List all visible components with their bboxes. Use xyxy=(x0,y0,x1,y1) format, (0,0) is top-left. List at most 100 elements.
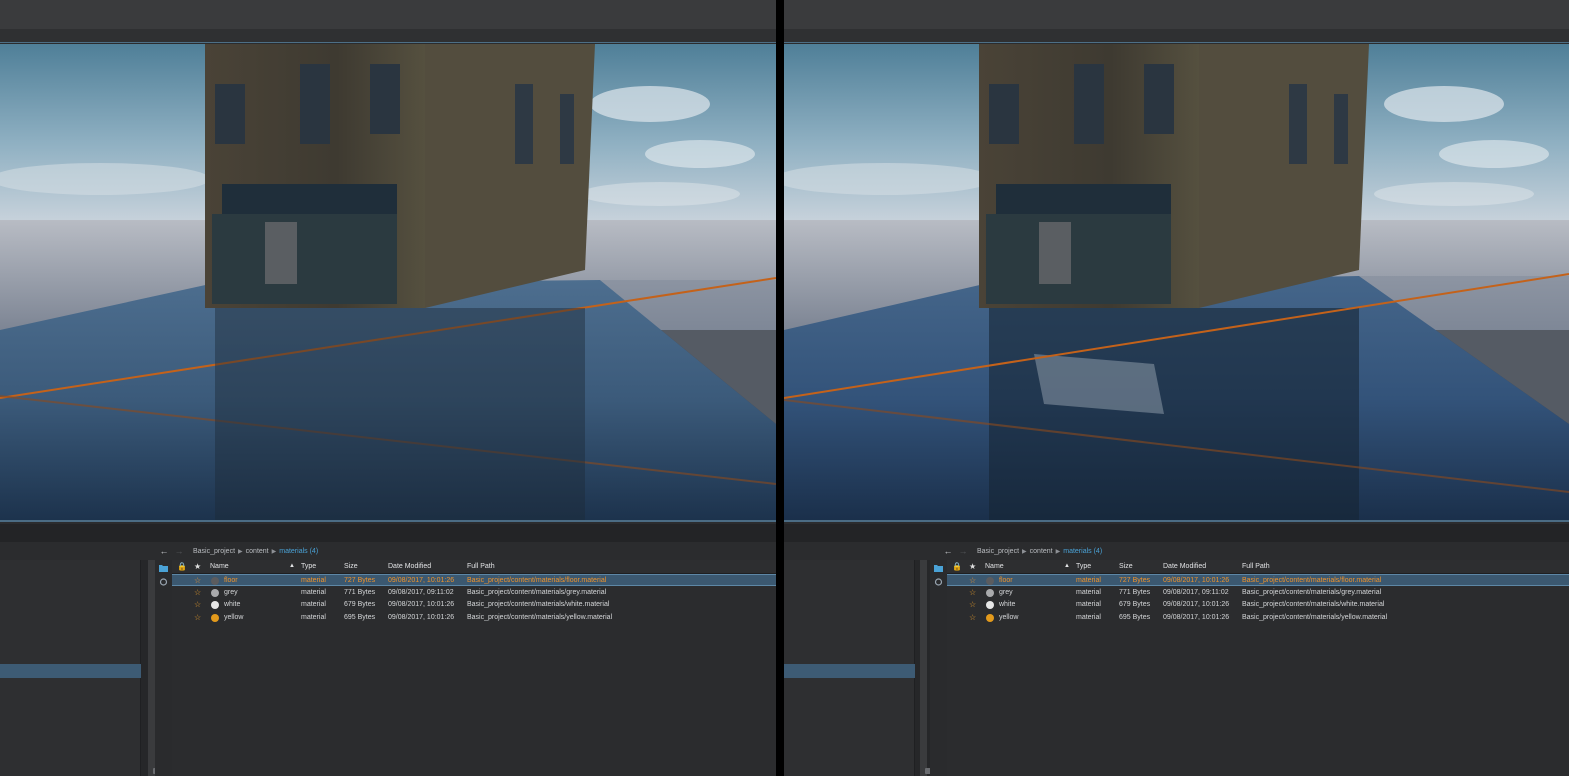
column-date[interactable]: Date Modified xyxy=(388,563,431,570)
file-type: material xyxy=(1076,601,1101,608)
vertical-scrollbar[interactable] xyxy=(920,560,933,776)
material-preview-icon xyxy=(211,601,219,609)
favorite-star-icon[interactable]: ☆ xyxy=(194,576,201,585)
table-row[interactable]: ☆ floor material 727 Bytes 09/08/2017, 10:01… xyxy=(172,574,776,586)
folder-icon[interactable] xyxy=(934,564,943,572)
breadcrumb-mid[interactable]: content xyxy=(246,548,269,555)
file-name: yellow xyxy=(224,613,244,621)
refresh-icon[interactable] xyxy=(934,578,943,586)
file-table: 🔒 ★ Name ▲ Type Size Date Modified Full … xyxy=(947,560,1569,776)
favorite-star-icon[interactable]: ☆ xyxy=(969,588,976,597)
file-date: 09/08/2017, 10:01:26 xyxy=(388,601,455,608)
column-date[interactable]: Date Modified xyxy=(1163,563,1206,570)
asset-navbar: ← → Basic_project ▶ content ▶ materials … xyxy=(939,542,1569,560)
favorite-star-icon[interactable]: ☆ xyxy=(969,576,976,585)
table-row[interactable]: ☆ white material 679 Bytes 09/08/2017, 10:01… xyxy=(172,599,776,611)
star-icon[interactable]: ★ xyxy=(194,562,201,571)
folder-tree-selected-item[interactable] xyxy=(0,664,141,678)
file-name: yellow xyxy=(999,613,1019,621)
column-type[interactable]: Type xyxy=(1076,563,1091,570)
file-name: white xyxy=(224,601,241,608)
material-preview-icon xyxy=(986,613,994,622)
breadcrumb-mid[interactable]: content xyxy=(1030,548,1053,555)
arrow-right-icon[interactable]: → xyxy=(957,545,969,557)
scene-render xyxy=(784,44,1569,520)
breadcrumb-root[interactable]: Basic_project xyxy=(193,548,235,555)
sort-asc-icon[interactable]: ▲ xyxy=(1064,563,1070,569)
favorite-star-icon[interactable]: ☆ xyxy=(194,588,201,597)
toolbar xyxy=(0,0,776,29)
table-row[interactable]: ☆ grey material 771 Bytes 09/08/2017, 09:11:… xyxy=(947,587,1569,599)
file-path: Basic_project/content/materials/floor.ma… xyxy=(1242,577,1382,584)
folder-tree-selected-item[interactable] xyxy=(784,664,915,678)
split-divider xyxy=(776,0,784,776)
column-name[interactable]: Name xyxy=(210,563,229,570)
arrow-left-icon[interactable]: ← xyxy=(158,545,170,557)
file-type: material xyxy=(1076,588,1101,596)
lock-icon[interactable]: 🔒 xyxy=(177,562,187,571)
asset-browser: ← → Basic_project ▶ content ▶ materials … xyxy=(0,542,776,776)
view-options-column xyxy=(155,560,172,776)
chevron-right-icon: ▶ xyxy=(271,548,277,555)
star-icon[interactable]: ★ xyxy=(969,562,976,571)
favorite-star-icon[interactable]: ☆ xyxy=(969,600,976,609)
3d-viewport[interactable] xyxy=(0,44,776,522)
favorite-star-icon[interactable]: ☆ xyxy=(194,613,201,622)
asset-navbar: ← → Basic_project ▶ content ▶ materials … xyxy=(155,542,776,560)
file-name: grey xyxy=(999,588,1013,596)
editor-pane-left: ← → Basic_project ▶ content ▶ materials … xyxy=(0,0,776,776)
table-row[interactable]: ☆ white material 679 Bytes 09/08/2017, 10:01… xyxy=(947,599,1569,611)
arrow-left-icon[interactable]: ← xyxy=(942,545,954,557)
file-date: 09/08/2017, 10:01:26 xyxy=(388,613,455,621)
arrow-right-icon[interactable]: → xyxy=(173,545,185,557)
folder-icon[interactable] xyxy=(159,564,168,572)
file-size: 695 Bytes xyxy=(1119,613,1151,621)
chevron-right-icon: ▶ xyxy=(1022,548,1027,555)
breadcrumb: Basic_project ▶ content ▶ materials (4) xyxy=(193,548,318,555)
file-path: Basic_project/content/materials/yellow.m… xyxy=(467,613,613,621)
file-type: material xyxy=(301,601,326,608)
chevron-right-icon: ▶ xyxy=(1055,548,1061,555)
table-row[interactable]: ☆ yellow material 695 Bytes 09/08/2017, 10:0… xyxy=(947,612,1569,624)
column-name[interactable]: Name xyxy=(985,563,1004,570)
file-name: grey xyxy=(224,588,238,596)
panel-separator xyxy=(0,524,776,542)
file-name: white xyxy=(999,601,1016,608)
lock-icon[interactable]: 🔒 xyxy=(952,562,962,571)
file-date: 09/08/2017, 09:11:02 xyxy=(1163,588,1229,596)
table-row[interactable]: ☆ yellow material 695 Bytes 09/08/2017, 10:0… xyxy=(172,612,776,624)
favorite-star-icon[interactable]: ☆ xyxy=(969,613,976,622)
file-name: floor xyxy=(224,577,238,584)
file-path: Basic_project/content/materials/yellow.m… xyxy=(1242,613,1388,621)
file-date: 09/08/2017, 10:01:26 xyxy=(1163,613,1230,621)
column-type[interactable]: Type xyxy=(301,563,316,570)
column-path[interactable]: Full Path xyxy=(467,563,495,570)
file-path: Basic_project/content/materials/white.ma… xyxy=(1242,601,1385,608)
material-preview-icon xyxy=(211,577,219,585)
sort-asc-icon[interactable]: ▲ xyxy=(289,563,295,569)
viewport-header xyxy=(784,29,1569,43)
file-size: 679 Bytes xyxy=(344,601,376,608)
file-type: material xyxy=(301,577,326,584)
favorite-star-icon[interactable]: ☆ xyxy=(194,600,201,609)
3d-viewport[interactable] xyxy=(784,44,1569,522)
breadcrumb-current[interactable]: materials (4) xyxy=(279,548,318,555)
vertical-scrollbar[interactable] xyxy=(148,560,161,776)
material-preview-icon xyxy=(986,601,994,609)
table-row[interactable]: ☆ grey material 771 Bytes 09/08/2017, 09:11:… xyxy=(172,587,776,599)
breadcrumb-current[interactable]: materials (4) xyxy=(1063,548,1102,555)
breadcrumb-root[interactable]: Basic_project xyxy=(977,548,1019,555)
refresh-icon[interactable] xyxy=(159,578,168,586)
file-type: material xyxy=(301,588,326,596)
file-path: Basic_project/content/materials/grey.mat… xyxy=(467,588,607,596)
chevron-right-icon: ▶ xyxy=(238,548,243,555)
file-date: 09/08/2017, 10:01:26 xyxy=(388,577,455,584)
material-preview-icon xyxy=(211,613,219,622)
table-row[interactable]: ☆ floor material 727 Bytes 09/08/2017, 10:01… xyxy=(947,574,1569,586)
panel-separator xyxy=(784,524,1569,542)
material-preview-icon xyxy=(986,577,994,585)
column-path[interactable]: Full Path xyxy=(1242,563,1270,570)
file-table: 🔒 ★ Name ▲ Type Size Date Modified Full … xyxy=(172,560,776,776)
column-size[interactable]: Size xyxy=(344,563,358,570)
column-size[interactable]: Size xyxy=(1119,563,1133,570)
